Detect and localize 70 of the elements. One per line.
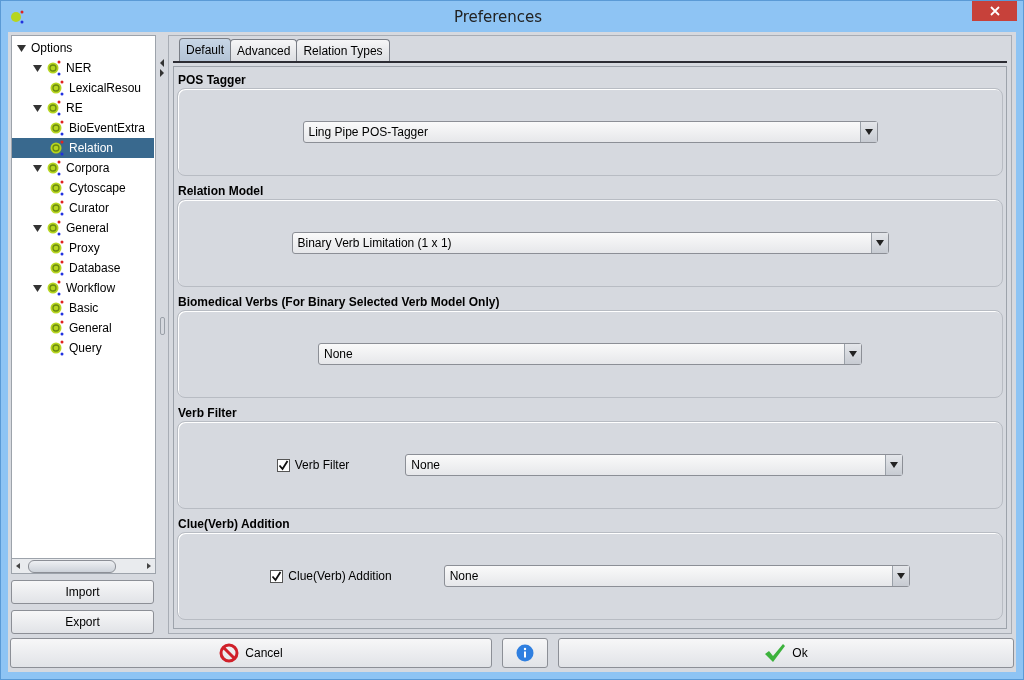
expanded-toggle-icon[interactable] [33, 223, 42, 233]
export-button[interactable]: Export [11, 610, 154, 634]
tree-item[interactable]: Workflow [12, 278, 154, 298]
tree-item[interactable]: NER [12, 58, 154, 78]
checkbox[interactable] [270, 569, 284, 583]
checkmark-icon [277, 459, 289, 471]
tree-item[interactable]: General [12, 218, 154, 238]
splitter-grip[interactable] [159, 317, 165, 335]
import-button[interactable]: Import [11, 580, 154, 604]
tree-item[interactable]: Proxy [12, 238, 154, 258]
node-icon [50, 300, 64, 316]
expanded-toggle-icon[interactable] [33, 283, 42, 293]
dropdown[interactable]: Ling Pipe POS-Tagger [302, 121, 878, 143]
info-icon [516, 644, 534, 662]
ok-button[interactable]: Ok [558, 638, 1014, 668]
tree-item[interactable]: Options [12, 38, 154, 58]
node-icon [50, 180, 64, 196]
tree-item[interactable]: BioEventExtra [12, 118, 154, 138]
node-icon [50, 240, 64, 256]
section-title: Verb Filter [177, 405, 238, 420]
horizontal-scrollbar[interactable] [11, 559, 156, 574]
collapse-left-icon[interactable] [159, 59, 165, 67]
close-button[interactable] [972, 1, 1017, 21]
node-icon [50, 340, 64, 356]
node-icon [50, 320, 64, 336]
tree-item[interactable]: Database [12, 258, 154, 278]
section-title: Clue(Verb) Addition [177, 516, 291, 531]
node-icon [47, 60, 61, 76]
info-button[interactable] [502, 638, 548, 668]
app-logo-icon [10, 8, 24, 25]
node-icon [47, 100, 61, 116]
checkbox[interactable] [276, 458, 290, 472]
tab[interactable]: Relation Types [296, 39, 390, 61]
tree-item[interactable]: LexicalResou [12, 78, 154, 98]
close-icon [989, 6, 1000, 16]
cancel-button[interactable]: Cancel [10, 638, 492, 668]
window-title: Preferences [452, 7, 544, 26]
tree-item[interactable]: Curator [12, 198, 154, 218]
tab[interactable]: Advanced [230, 39, 298, 61]
dropdown[interactable]: None [318, 343, 862, 365]
node-icon [50, 200, 64, 216]
node-icon [50, 120, 64, 136]
checkmark-icon [271, 570, 283, 582]
node-icon [47, 280, 61, 296]
expand-right-icon[interactable] [159, 69, 165, 77]
tree-item[interactable]: General [12, 318, 154, 338]
checkbox-label: Clue(Verb) Addition [288, 569, 392, 583]
expanded-toggle-icon[interactable] [33, 163, 42, 173]
node-icon [50, 260, 64, 276]
tree-item[interactable]: Basic [12, 298, 154, 318]
tree-item[interactable]: RE [12, 98, 154, 118]
tree-item[interactable]: Query [12, 338, 154, 358]
section-title: Biomedical Verbs (For Binary Selected Verb Model Only) [177, 294, 501, 309]
dropdown[interactable]: None [405, 454, 904, 476]
checkbox-label: Verb Filter [294, 458, 350, 472]
tree-item[interactable]: Relation [12, 138, 154, 158]
checkmark-icon [764, 643, 787, 663]
node-icon [50, 80, 64, 96]
tab[interactable]: Default [179, 38, 232, 61]
tree-item[interactable]: Corpora [12, 158, 154, 178]
node-icon [50, 140, 64, 156]
cancel-icon [219, 643, 240, 663]
section-title: Relation Model [177, 183, 265, 198]
node-icon [47, 220, 61, 236]
section-title: POS Tagger [177, 72, 247, 87]
dropdown[interactable]: Binary Verb Limitation (1 x 1) [291, 232, 889, 254]
node-icon [47, 160, 61, 176]
dropdown[interactable]: None [443, 565, 910, 587]
expanded-toggle-icon[interactable] [33, 103, 42, 113]
tree-item[interactable]: Cytoscape [12, 178, 154, 198]
